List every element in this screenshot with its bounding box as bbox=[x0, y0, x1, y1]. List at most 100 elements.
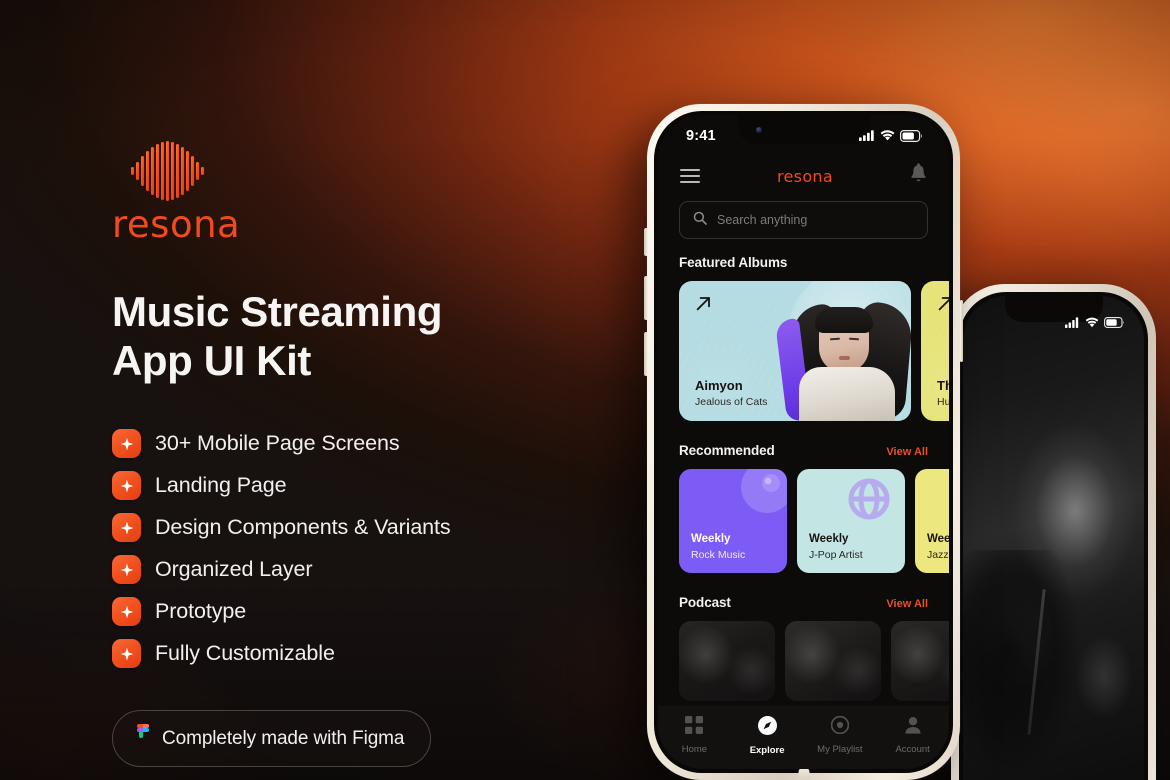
featured-albums-carousel[interactable]: Aimyon Jealous of Cats Th Hu bbox=[658, 281, 949, 421]
brand-wordmark: resona bbox=[112, 203, 241, 246]
person-icon bbox=[904, 716, 922, 739]
made-with-figma-badge[interactable]: Completely made with Figma bbox=[112, 710, 432, 768]
secondary-phone-mockup bbox=[948, 284, 1156, 780]
recommended-header: Recommended View All bbox=[658, 443, 949, 458]
sparkle-icon bbox=[112, 471, 141, 501]
phone-bezel: 9:41 resona Search anything Featured Alb… bbox=[654, 111, 953, 773]
search-icon bbox=[693, 211, 707, 230]
app-header: resona bbox=[658, 153, 949, 199]
album-artist-name: Aimyon bbox=[695, 377, 743, 393]
search-placeholder: Search anything bbox=[717, 213, 808, 227]
wifi-icon bbox=[880, 130, 895, 141]
playlist-card[interactable]: Weekly Rock Music bbox=[679, 469, 787, 573]
app-logo: resona bbox=[777, 166, 833, 186]
primary-phone-mockup: 9:41 resona Search anything Featured Alb… bbox=[644, 104, 963, 780]
sparkle-icon bbox=[112, 597, 141, 627]
phone-screen: 9:41 resona Search anything Featured Alb… bbox=[658, 115, 949, 769]
feature-label: Design Components & Variants bbox=[155, 515, 451, 540]
phone-screen bbox=[963, 296, 1144, 780]
podcast-card[interactable] bbox=[679, 621, 775, 701]
sparkle-icon bbox=[112, 513, 141, 543]
nav-item-explore[interactable]: Explore bbox=[731, 716, 804, 756]
album-card[interactable]: Aimyon Jealous of Cats bbox=[679, 281, 911, 421]
app-scroll-content[interactable]: Featured Albums Aimyon Jealous of Cats T… bbox=[658, 239, 949, 707]
search-input[interactable]: Search anything bbox=[679, 201, 928, 239]
disc-icon bbox=[830, 715, 850, 739]
podcast-carousel[interactable] bbox=[658, 621, 949, 701]
podcast-header: Podcast View All bbox=[658, 595, 949, 610]
album-card[interactable]: The Hurr bbox=[921, 281, 949, 421]
status-bar-icons bbox=[859, 129, 923, 142]
globe-icon bbox=[845, 475, 893, 528]
playlist-subtitle: Jazz Mus bbox=[927, 549, 949, 561]
phone-power-button[interactable] bbox=[959, 300, 963, 362]
view-all-link[interactable]: View All bbox=[886, 598, 928, 610]
headline-line-1: Music Streaming bbox=[112, 288, 443, 335]
battery-icon bbox=[1104, 317, 1125, 328]
list-item: Landing Page bbox=[112, 471, 592, 501]
sparkle-icon bbox=[112, 429, 141, 459]
feature-label: Landing Page bbox=[155, 473, 287, 498]
playlist-title: Weekly bbox=[927, 533, 949, 546]
cellular-signal-icon bbox=[859, 130, 874, 141]
charging-cable bbox=[798, 768, 809, 780]
nav-item-my-playlist[interactable]: My Playlist bbox=[804, 715, 877, 755]
figma-logo-icon bbox=[135, 724, 151, 753]
bottom-navigation-bar: Home Explore My Playlist Account bbox=[658, 707, 949, 769]
feature-label: Prototype bbox=[155, 599, 247, 624]
podcast-card[interactable] bbox=[891, 621, 949, 701]
feature-label: Fully Customizable bbox=[155, 641, 335, 666]
playlist-card[interactable]: Weekly J-Pop Artist bbox=[797, 469, 905, 573]
hero-content-panel: resona Music Streaming App UI Kit 30+ Mo… bbox=[112, 140, 592, 768]
album-artist-name: The bbox=[937, 377, 949, 393]
album-title: Jealous of Cats bbox=[695, 396, 768, 408]
poster-canvas: resona Music Streaming App UI Kit 30+ Mo… bbox=[0, 0, 1170, 780]
status-bar-icons bbox=[1065, 317, 1125, 328]
figma-badge-label: Completely made with Figma bbox=[162, 727, 405, 749]
playlist-subtitle: Rock Music bbox=[691, 549, 746, 561]
sparkle-icon bbox=[112, 639, 141, 669]
feature-label: Organized Layer bbox=[155, 557, 313, 582]
phone-mute-switch[interactable] bbox=[644, 228, 648, 256]
performer-silhouette bbox=[963, 549, 1101, 780]
moon-icon bbox=[737, 469, 787, 522]
podcast-card[interactable] bbox=[785, 621, 881, 701]
nav-item-account[interactable]: Account bbox=[876, 716, 949, 755]
playlist-subtitle: J-Pop Artist bbox=[809, 549, 863, 561]
view-all-link[interactable]: View All bbox=[886, 446, 928, 458]
feature-list: 30+ Mobile Page Screens Landing Page Des… bbox=[112, 429, 592, 669]
open-arrow-icon[interactable] bbox=[937, 295, 949, 317]
open-arrow-icon[interactable] bbox=[695, 295, 712, 317]
artist-photo bbox=[773, 293, 911, 421]
phone-bezel bbox=[959, 292, 1148, 780]
album-title: Hurr bbox=[937, 396, 949, 408]
playlist-card[interactable]: Weekly Jazz Mus bbox=[915, 469, 949, 573]
list-item: Prototype bbox=[112, 597, 592, 627]
nav-label: Account bbox=[895, 744, 930, 755]
list-item: Organized Layer bbox=[112, 555, 592, 585]
nav-label: Home bbox=[681, 744, 708, 755]
status-bar-time: 9:41 bbox=[686, 127, 716, 144]
playlist-title: Weekly bbox=[809, 533, 849, 546]
search-section: Search anything bbox=[658, 201, 949, 239]
album-card-text: Aimyon Jealous of Cats bbox=[695, 378, 767, 408]
headline-line-2: App UI Kit bbox=[112, 337, 311, 385]
list-item: Design Components & Variants bbox=[112, 513, 592, 543]
cellular-signal-icon bbox=[1065, 317, 1079, 328]
sparkle-icon bbox=[112, 555, 141, 585]
playlist-title: Weekly bbox=[691, 533, 731, 546]
nav-label: Explore bbox=[749, 745, 785, 756]
section-title: Recommended bbox=[679, 443, 775, 458]
grid-icon bbox=[685, 716, 704, 739]
notification-bell-icon[interactable] bbox=[909, 163, 928, 189]
phone-volume-down-button[interactable] bbox=[644, 332, 648, 376]
section-title: Podcast bbox=[679, 595, 731, 610]
compass-icon bbox=[757, 716, 777, 740]
phone-volume-up-button[interactable] bbox=[644, 276, 648, 320]
album-card-text: The Hurr bbox=[937, 378, 949, 408]
featured-albums-header: Featured Albums bbox=[658, 255, 949, 270]
hamburger-menu-icon[interactable] bbox=[679, 165, 701, 186]
nav-item-home[interactable]: Home bbox=[658, 716, 731, 755]
list-item: Fully Customizable bbox=[112, 639, 592, 669]
recommended-carousel[interactable]: Weekly Rock Music Weekly J-Pop Artist We… bbox=[658, 469, 949, 573]
